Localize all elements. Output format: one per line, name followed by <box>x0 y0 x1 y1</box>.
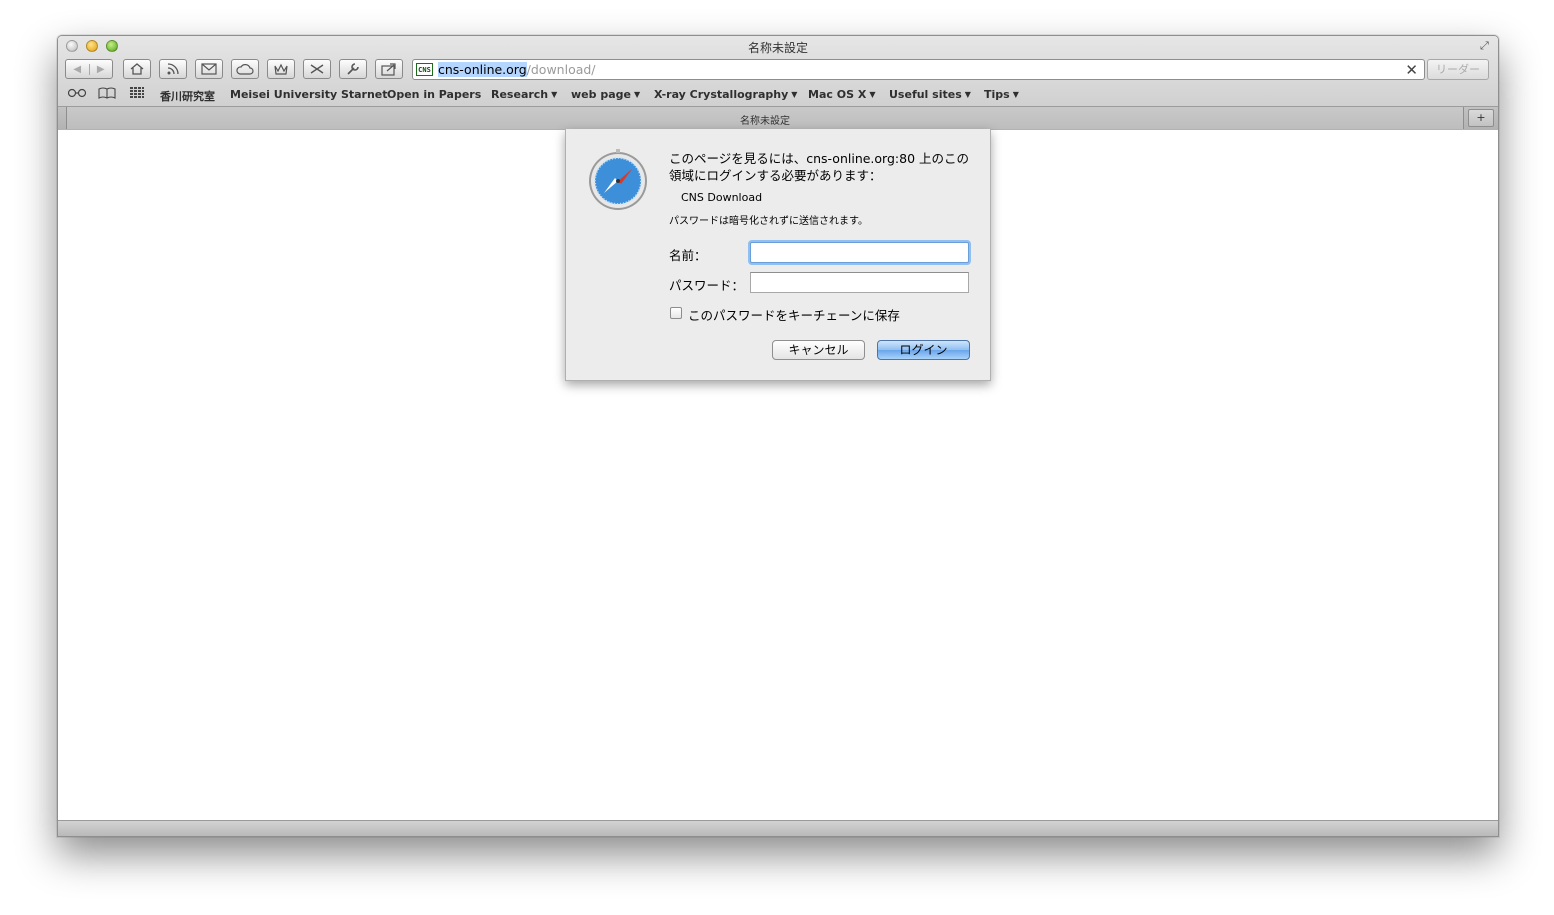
top-sites-grid-icon[interactable] <box>130 87 144 99</box>
browser-chrome: 名称未設定 ⤢ ◀ ▶ CNS cns-online.org/download/… <box>58 36 1498 130</box>
safari-compass-icon <box>589 149 647 210</box>
bookmark-folder-label: Research <box>491 88 549 101</box>
home-icon <box>130 63 144 75</box>
browser-window: 名称未設定 ⤢ ◀ ▶ CNS cns-online.org/download/… <box>57 35 1499 837</box>
scissors-icon <box>310 64 324 74</box>
clear-address-icon[interactable]: ✕ <box>1405 61 1418 79</box>
back-forward-control: ◀ ▶ <box>65 59 113 79</box>
chevron-down-icon: ▼ <box>551 90 558 99</box>
tab-title: 名称未設定 <box>740 116 790 127</box>
wrench-button[interactable] <box>339 59 367 79</box>
address-bar[interactable]: CNS cns-online.org/download/ ✕ <box>412 59 1425 80</box>
cancel-button[interactable]: キャンセル <box>772 340 865 360</box>
mail-icon <box>201 63 217 75</box>
home-button[interactable] <box>123 59 151 79</box>
rss-icon <box>167 63 179 75</box>
chevron-down-icon: ▼ <box>633 90 641 99</box>
cloud-button[interactable] <box>231 59 259 79</box>
mail-button[interactable] <box>195 59 223 79</box>
title-bar: 名称未設定 ⤢ <box>58 36 1498 58</box>
bookmark-folder[interactable]: Useful sites ▼ <box>889 88 971 101</box>
bookmark-folder[interactable]: Tips ▼ <box>984 88 1019 101</box>
bookmark-folder[interactable]: Research ▼ <box>491 88 557 101</box>
back-icon[interactable]: ◀ <box>66 63 90 75</box>
bookmark-folder-label: Mac OS X <box>808 88 867 101</box>
bookmark-folder-label: web page <box>571 88 631 101</box>
remember-password-label[interactable]: このパスワードをキーチェーンに保存 <box>688 305 900 324</box>
window-title: 名称未設定 <box>747 41 808 55</box>
reader-button[interactable]: リーダー <box>1427 59 1489 80</box>
bookmark-folder[interactable]: X-ray Crystallography ▼ <box>654 88 797 101</box>
bookmark-folder-label: Tips <box>984 88 1010 101</box>
remember-password-checkbox[interactable] <box>670 307 682 319</box>
bookmark-folder-label: Useful sites <box>889 88 962 101</box>
auth-realm: CNS Download <box>681 191 763 204</box>
cloud-icon <box>236 64 254 75</box>
name-field[interactable] <box>750 242 969 263</box>
wrench-icon <box>347 63 359 75</box>
url-path: /download/ <box>526 62 596 77</box>
bookmark-folder[interactable]: web page ▼ <box>571 88 640 101</box>
forward-icon[interactable]: ▶ <box>90 64 113 75</box>
tab-active[interactable]: 名称未設定 <box>66 107 1464 129</box>
reading-list-icon[interactable] <box>67 87 87 99</box>
login-button[interactable]: ログイン <box>877 340 970 360</box>
chevron-down-icon: ▼ <box>791 90 798 99</box>
tab-bar: 名称未設定 + <box>58 106 1498 130</box>
url-text[interactable]: cns-online.org/download/ <box>438 62 596 78</box>
bookmark-item[interactable]: Meisei University Starnet <box>230 88 388 101</box>
scissors-button[interactable] <box>303 59 331 79</box>
crown-icon <box>274 63 288 75</box>
bookmarks-book-icon[interactable] <box>98 87 116 99</box>
fullscreen-icon[interactable]: ⤢ <box>1480 39 1494 53</box>
password-field[interactable] <box>750 272 969 293</box>
login-dialog: このページを見るには、cns-online.org:80 上のこの領域にログイン… <box>565 129 991 381</box>
status-bar <box>58 820 1498 836</box>
dialog-message: このページを見るには、cns-online.org:80 上のこの領域にログイン… <box>669 151 969 183</box>
url-host: cns-online.org <box>438 62 527 77</box>
bookmark-folder[interactable]: Mac OS X ▼ <box>808 88 875 101</box>
name-label: 名前： <box>669 248 707 263</box>
unencrypted-warning: パスワードは暗号化されずに送信されます。 <box>669 216 868 227</box>
bookmark-item[interactable]: Open in Papers <box>387 88 481 101</box>
chevron-down-icon: ▼ <box>869 90 876 99</box>
chevron-down-icon: ▼ <box>964 90 971 99</box>
new-tab-button[interactable]: + <box>1468 109 1494 127</box>
chevron-down-icon: ▼ <box>1012 90 1019 99</box>
bookmark-folder-label: X-ray Crystallography <box>654 88 789 101</box>
rss-button[interactable] <box>159 59 187 79</box>
crown-button[interactable] <box>267 59 295 79</box>
site-favicon: CNS <box>416 63 433 76</box>
share-button[interactable] <box>375 59 403 79</box>
password-label: パスワード： <box>669 278 745 293</box>
share-icon <box>381 63 396 76</box>
toolbar: ◀ ▶ CNS cns-online.org/download/ ✕ リーダー <box>58 58 1498 84</box>
bookmarks-bar: 香川研究室 Meisei University Starnet Open in … <box>58 85 1498 105</box>
bookmark-item[interactable]: 香川研究室 <box>160 88 215 104</box>
